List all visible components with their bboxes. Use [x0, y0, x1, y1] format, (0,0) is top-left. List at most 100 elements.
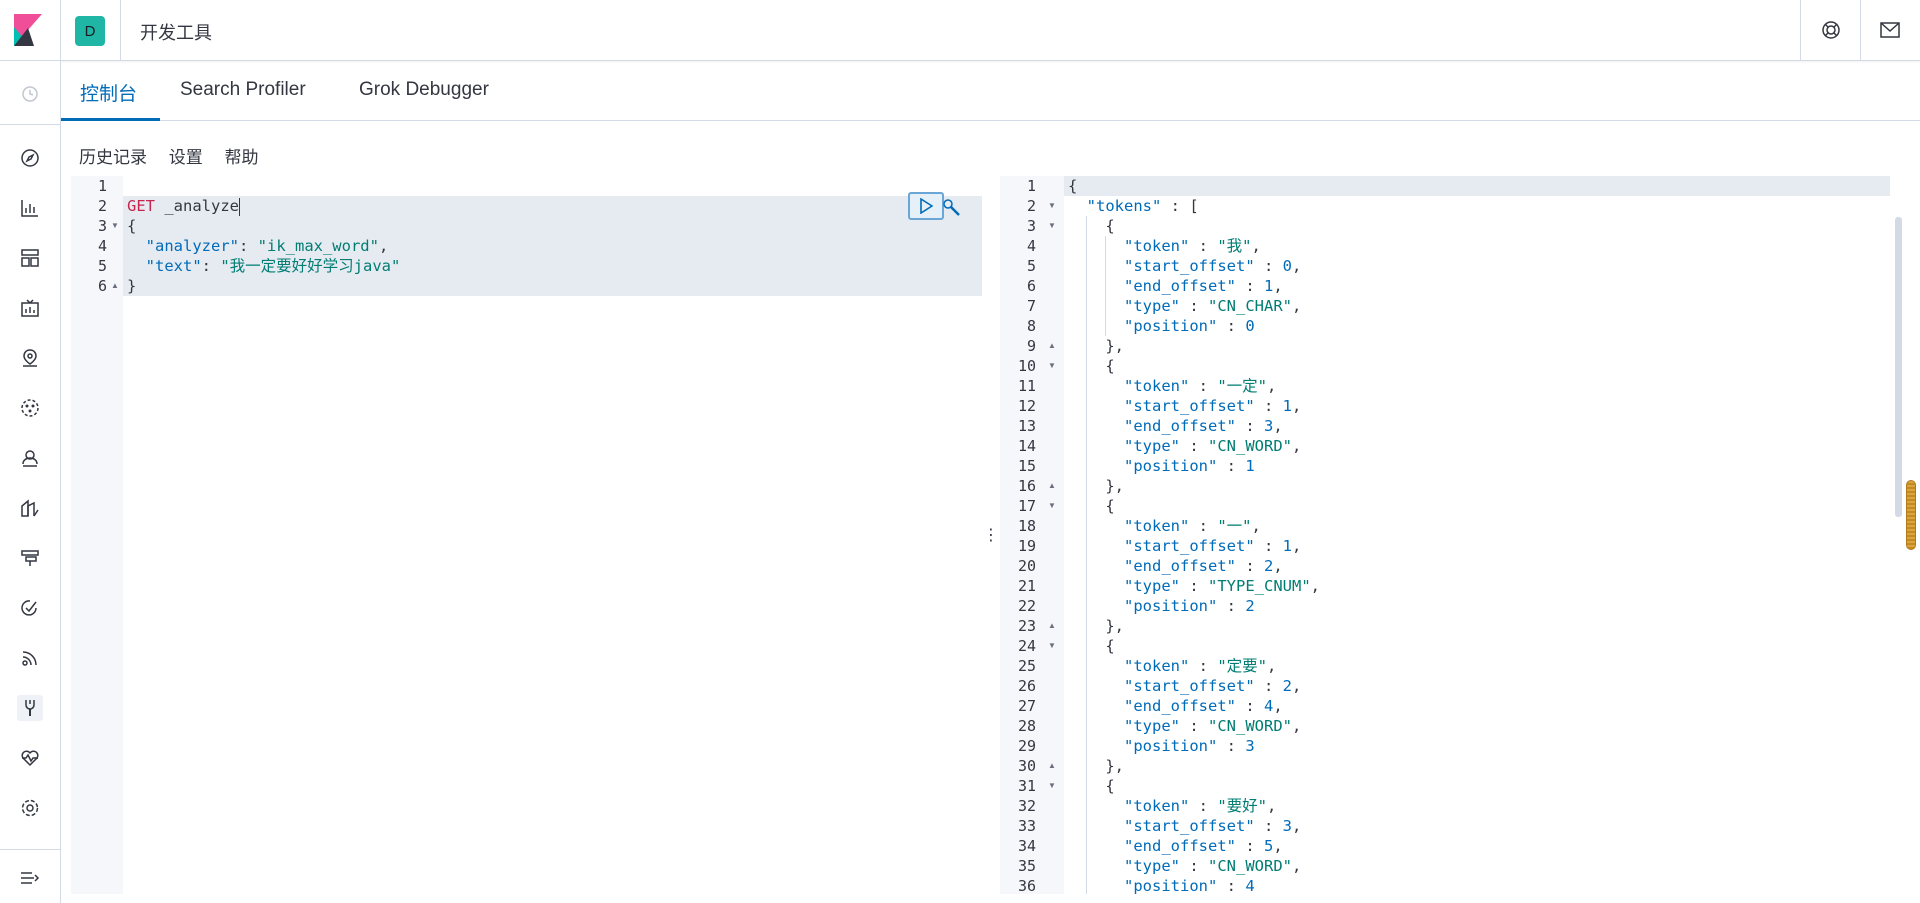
line-number: 35: [1017, 857, 1036, 875]
side-nav: [0, 61, 61, 903]
response-line: "end_offset" : 5,: [1124, 837, 1283, 855]
open-brace: {: [127, 217, 137, 235]
fold-close-icon[interactable]: ▲: [1048, 616, 1056, 636]
app-title: 开发工具: [140, 23, 212, 43]
close-brace: }: [127, 277, 137, 295]
fold-close-icon[interactable]: ▲: [1048, 476, 1056, 496]
response-line: "position" : 3: [1124, 737, 1255, 755]
line-number: 23: [1017, 617, 1036, 635]
line-number: 5: [1026, 257, 1036, 275]
scrollbar-thumb[interactable]: [1906, 480, 1916, 550]
dashboard-icon[interactable]: [17, 245, 43, 271]
line-number: 10: [1017, 357, 1036, 375]
top-header: D 开发工具: [0, 0, 1920, 61]
help-link[interactable]: 帮助: [224, 148, 258, 167]
line-number: 3: [1026, 217, 1036, 235]
wrench-icon[interactable]: [940, 196, 964, 220]
response-line: {: [1068, 357, 1115, 375]
fold-open-icon[interactable]: ▼: [1048, 776, 1056, 796]
history-link[interactable]: 历史记录: [79, 148, 147, 167]
response-line: "tokens" : [: [1086, 197, 1199, 215]
line-number: 30: [1017, 757, 1036, 775]
response-line: "position" : 0: [1124, 317, 1255, 335]
response-code: { "tokens" : [ { "token" : "我", "start_o…: [1064, 176, 1890, 894]
response-line: "end_offset" : 4,: [1124, 697, 1283, 715]
fold-open-icon[interactable]: ▼: [1048, 216, 1056, 236]
response-line: "start_offset" : 3,: [1124, 817, 1302, 835]
line-number: 32: [1017, 797, 1036, 815]
line-number: 16: [1017, 477, 1036, 495]
logs-icon[interactable]: [17, 495, 43, 521]
request-line: GET _analyze: [127, 196, 240, 216]
line-number: 24: [1017, 637, 1036, 655]
line-number: 20: [1017, 557, 1036, 575]
line-number: 2: [97, 197, 107, 215]
uptime-icon[interactable]: [17, 595, 43, 621]
response-line: "token" : "一",: [1124, 517, 1261, 535]
fold-close-icon[interactable]: ▲: [111, 276, 119, 296]
response-line: "start_offset" : 1,: [1124, 397, 1302, 415]
kibana-logo-icon[interactable]: [14, 14, 44, 46]
space-avatar[interactable]: D: [75, 16, 105, 46]
response-line: "type" : "TYPE_CNUM",: [1124, 577, 1320, 595]
output-scrollbar[interactable]: [1895, 217, 1902, 517]
visualize-icon[interactable]: [17, 195, 43, 221]
recent-icon[interactable]: [17, 81, 43, 107]
fold-close-icon[interactable]: ▲: [1048, 756, 1056, 776]
line-number: 36: [1017, 877, 1036, 895]
tab-grok-debugger[interactable]: Grok Debugger: [359, 79, 489, 101]
line-number: 3: [97, 217, 107, 235]
fold-open-icon[interactable]: ▼: [111, 216, 119, 236]
response-line: "start_offset" : 0,: [1124, 257, 1302, 275]
line-number: 21: [1017, 577, 1036, 595]
fold-close-icon[interactable]: ▲: [1048, 336, 1056, 356]
response-line: "token" : "要好",: [1124, 797, 1277, 815]
fold-open-icon[interactable]: ▼: [1048, 496, 1056, 516]
tab-search-profiler[interactable]: Search Profiler: [180, 79, 306, 101]
help-icon[interactable]: [1818, 17, 1844, 43]
response-line: "start_offset" : 1,: [1124, 537, 1302, 555]
devtools-icon[interactable]: [17, 695, 43, 721]
infrastructure-icon[interactable]: [17, 445, 43, 471]
line-number: 25: [1017, 657, 1036, 675]
active-tab-indicator: [61, 118, 160, 121]
line-number: 6: [97, 277, 107, 295]
console-menu: 历史记录 设置 帮助: [79, 143, 275, 168]
settings-link[interactable]: 设置: [169, 148, 203, 167]
line-number: 6: [1026, 277, 1036, 295]
management-icon[interactable]: [17, 795, 43, 821]
line-number: 4: [97, 237, 107, 255]
line-number: 17: [1017, 497, 1036, 515]
fold-open-icon[interactable]: ▼: [1048, 196, 1056, 216]
pane-resizer[interactable]: ⋮: [982, 176, 1000, 894]
response-line: "end_offset" : 3,: [1124, 417, 1283, 435]
line-number: 22: [1017, 597, 1036, 615]
monitoring-icon[interactable]: [17, 745, 43, 771]
response-line: {: [1068, 497, 1115, 515]
discover-icon[interactable]: [17, 145, 43, 171]
line-number: 19: [1017, 537, 1036, 555]
ml-icon[interactable]: [17, 395, 43, 421]
response-line: "type" : "CN_WORD",: [1124, 857, 1302, 875]
json-key: "text": [127, 257, 202, 275]
siem-icon[interactable]: [17, 645, 43, 671]
response-line: },: [1068, 617, 1124, 635]
line-number: 8: [1026, 317, 1036, 335]
text-cursor: [239, 197, 240, 216]
collapse-icon[interactable]: [17, 865, 43, 891]
mail-icon[interactable]: [1877, 17, 1903, 43]
fold-open-icon[interactable]: ▼: [1048, 636, 1056, 656]
response-output[interactable]: { "tokens" : [ { "token" : "我", "start_o…: [1000, 176, 1920, 895]
response-line: "position" : 2: [1124, 597, 1255, 615]
response-line: "end_offset" : 1,: [1124, 277, 1283, 295]
json-key: "analyzer": [127, 237, 239, 255]
canvas-icon[interactable]: [17, 295, 43, 321]
line-number: 12: [1017, 397, 1036, 415]
request-editor[interactable]: 1 2 3 ▼ 4 5 6 ▲ GET _analyze { "analyzer…: [71, 176, 982, 894]
tab-console[interactable]: 控制台: [80, 79, 137, 106]
fold-open-icon[interactable]: ▼: [1048, 356, 1056, 376]
send-request-button[interactable]: [908, 192, 944, 220]
text-line: "text": "我一定要好好学习java": [127, 257, 401, 275]
apm-icon[interactable]: [17, 545, 43, 571]
maps-icon[interactable]: [17, 345, 43, 371]
